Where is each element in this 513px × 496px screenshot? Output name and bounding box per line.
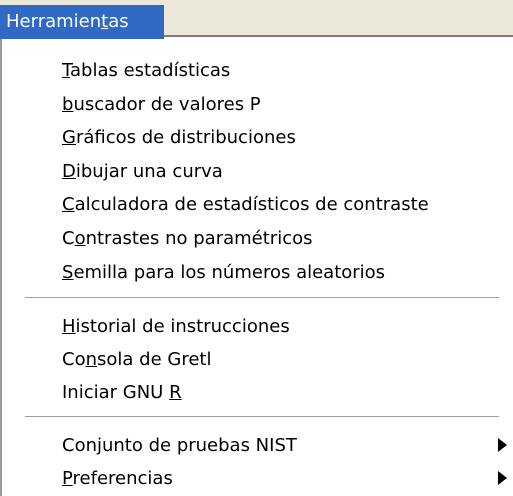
menu-item-label: Dibujar una curva: [62, 160, 223, 182]
menu-item-label: Historial de instrucciones: [62, 315, 290, 337]
menu-item-contrastes-no-parametricos[interactable]: Contrastes no paramétricos: [2, 221, 513, 255]
submenu-arrow-icon: [498, 438, 507, 452]
menu-item-preferencias[interactable]: Preferencias: [2, 461, 513, 495]
submenu-arrow-icon: [498, 471, 507, 485]
separator-light-line: [25, 417, 499, 418]
herramientas-dropdown: Tablas estadísticas buscador de valores …: [0, 39, 513, 496]
menubar: Herramientas: [0, 0, 513, 39]
menu-item-tablas-estadisticas[interactable]: Tablas estadísticas: [2, 53, 513, 87]
menu-separator: [25, 297, 499, 299]
menu-item-label: Gráficos de distribuciones: [62, 126, 296, 148]
menu-item-label: Conjunto de pruebas NIST: [62, 434, 297, 456]
menu-item-historial-instrucciones[interactable]: Historial de instrucciones: [2, 309, 513, 343]
menu-item-semilla-aleatorios[interactable]: Semilla para los números aleatorios: [2, 255, 513, 289]
dropdown-items: Tablas estadísticas buscador de valores …: [2, 39, 513, 496]
menu-item-label: Tablas estadísticas: [62, 59, 231, 81]
menu-item-label: Calculadora de estadísticos de contraste: [62, 193, 429, 215]
menu-item-calculadora-estadisticos[interactable]: Calculadora de estadísticos de contraste: [2, 187, 513, 221]
menu-herramientas[interactable]: Herramientas: [0, 5, 164, 39]
menu-item-buscador-valores-p[interactable]: buscador de valores P: [2, 87, 513, 121]
menu-item-label: Iniciar GNU R: [62, 381, 182, 403]
menu-item-label: Consola de Gretl: [62, 348, 212, 370]
separator-light-line: [25, 298, 499, 299]
menubar-empty-area: [164, 5, 513, 39]
menu-item-label: Preferencias: [62, 467, 173, 489]
menu-item-iniciar-gnu-r[interactable]: Iniciar GNU R: [2, 375, 513, 409]
menu-item-conjunto-pruebas-nist[interactable]: Conjunto de pruebas NIST: [2, 428, 513, 462]
menu-item-label: Contrastes no paramétricos: [62, 227, 313, 249]
menu-item-consola-gretl[interactable]: Consola de Gretl: [2, 342, 513, 376]
menu-item-label: Semilla para los números aleatorios: [62, 261, 386, 283]
menu-separator: [25, 416, 499, 418]
menu-item-dibujar-curva[interactable]: Dibujar una curva: [2, 154, 513, 188]
menu-herramientas-label: Herramientas: [6, 11, 129, 32]
menu-item-graficos-distribuciones[interactable]: Gráficos de distribuciones: [2, 120, 513, 154]
menu-item-label: buscador de valores P: [62, 93, 261, 115]
